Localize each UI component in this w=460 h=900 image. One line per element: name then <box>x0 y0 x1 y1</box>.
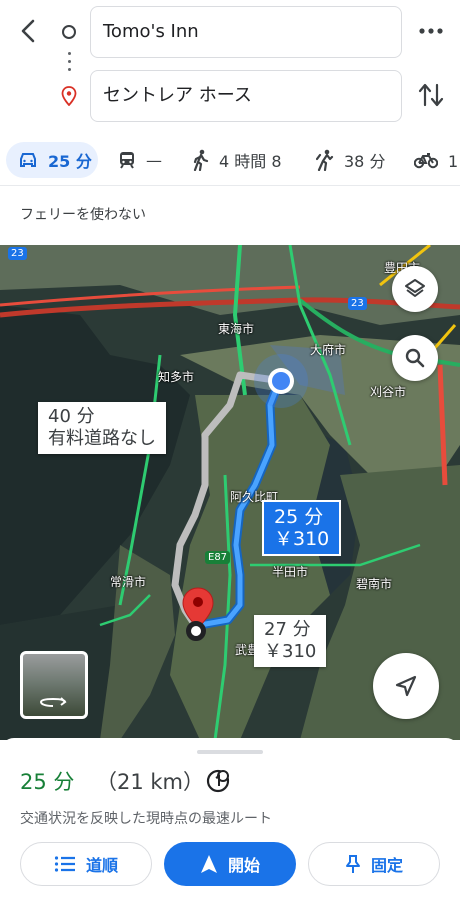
swap-icon[interactable] <box>417 80 445 110</box>
mode-drive-label: 25 分 <box>48 152 92 171</box>
city-label: 大府市 <box>310 343 347 357</box>
navigation-arrow-icon <box>395 675 417 697</box>
route-summary-sheet[interactable]: 25 分 （21 km） 交通状況を反映した現時点の最速ルート 道順 開始 固定 <box>0 738 460 900</box>
start-button[interactable]: 開始 <box>164 842 296 886</box>
steps-button[interactable]: 道順 <box>20 842 152 886</box>
search-along-route-button[interactable] <box>392 335 438 381</box>
destination-input[interactable]: セントレア ホース <box>90 70 402 122</box>
origin-marker[interactable] <box>268 368 294 394</box>
rideshare-icon <box>316 149 334 171</box>
destination-pin-icon <box>61 86 77 106</box>
mode-transit[interactable]: — <box>118 142 162 178</box>
city-label: 半田市 <box>272 565 309 579</box>
layers-icon <box>405 279 425 297</box>
city-label: 常滑市 <box>110 575 147 589</box>
mode-transit-label: — <box>146 150 162 170</box>
pin-button[interactable]: 固定 <box>308 842 440 886</box>
alt2-route-toll: ￥310 <box>264 641 317 662</box>
route-dots-icon <box>68 52 71 74</box>
more-options-icon[interactable] <box>416 18 446 44</box>
navigation-arrow-icon <box>200 855 217 873</box>
main-route-toll: ￥310 <box>274 528 330 550</box>
start-button-label: 開始 <box>227 856 260 875</box>
steps-button-label: 道順 <box>85 856 118 875</box>
alt2-route-label[interactable]: 27 分 ￥310 <box>254 615 327 667</box>
city-label: 刈谷市 <box>370 385 407 399</box>
route-distance: （21 km） <box>96 770 205 794</box>
mode-walk[interactable]: 4 時間 8 <box>193 142 282 178</box>
alt-route-time: 40 分 <box>48 406 95 427</box>
directions-header: Tomo's Inn セントレア ホース <box>0 0 460 128</box>
mode-bike[interactable]: 1 時 <box>414 142 460 178</box>
alt2-route-time: 27 分 <box>264 619 311 640</box>
map-view[interactable]: 豊田市 東海市 大府市 知多市 刈谷市 阿久比町 常滑市 半田市 碧南市 武豊 … <box>0 245 460 740</box>
walk-icon <box>193 149 209 171</box>
street-view-thumbnail[interactable] <box>20 651 88 719</box>
toll-icon <box>206 769 230 793</box>
list-icon <box>54 856 75 872</box>
city-label: 碧南市 <box>356 577 393 591</box>
bike-icon <box>414 153 438 169</box>
road-number-badge: 23 <box>348 297 367 310</box>
route-subtitle: 交通状況を反映した現時点の最速ルート <box>20 811 272 827</box>
alt-route-note: 有料道路なし <box>48 428 156 449</box>
layers-button[interactable] <box>392 266 438 312</box>
main-route-time: 25 分 <box>274 506 324 528</box>
mode-rideshare-label: 38 分 <box>344 152 386 171</box>
city-label: 知多市 <box>158 370 195 384</box>
route-duration: 25 分 <box>20 770 75 794</box>
street-view-rotate-icon <box>39 697 67 707</box>
road-number-badge: 23 <box>8 247 27 260</box>
city-label: 東海市 <box>218 322 255 336</box>
back-arrow-icon[interactable] <box>14 16 44 46</box>
main-route-label[interactable]: 25 分 ￥310 <box>262 500 342 556</box>
alt-route-label[interactable]: 40 分 有料道路なし <box>38 402 166 454</box>
route-options-text[interactable]: フェリーを使わない <box>20 204 146 224</box>
mode-walk-label: 4 時間 8 <box>219 152 282 171</box>
recenter-button[interactable] <box>373 653 439 719</box>
pin-icon <box>345 855 360 873</box>
sheet-handle[interactable] <box>197 750 263 754</box>
road-number-badge: E87 <box>205 551 231 564</box>
pin-button-label: 固定 <box>370 856 403 875</box>
origin-circle-icon <box>62 25 76 39</box>
origin-input[interactable]: Tomo's Inn <box>90 6 402 58</box>
search-icon <box>405 348 425 368</box>
travel-mode-bar: 25 分 — 4 時間 8 38 分 1 時 <box>0 134 460 186</box>
car-icon <box>20 153 36 167</box>
train-icon <box>120 152 134 169</box>
mode-rideshare[interactable]: 38 分 <box>316 142 385 178</box>
mode-bike-label: 1 時 <box>448 152 460 171</box>
destination-dot <box>186 621 206 641</box>
mode-drive[interactable]: 25 分 <box>6 142 98 178</box>
